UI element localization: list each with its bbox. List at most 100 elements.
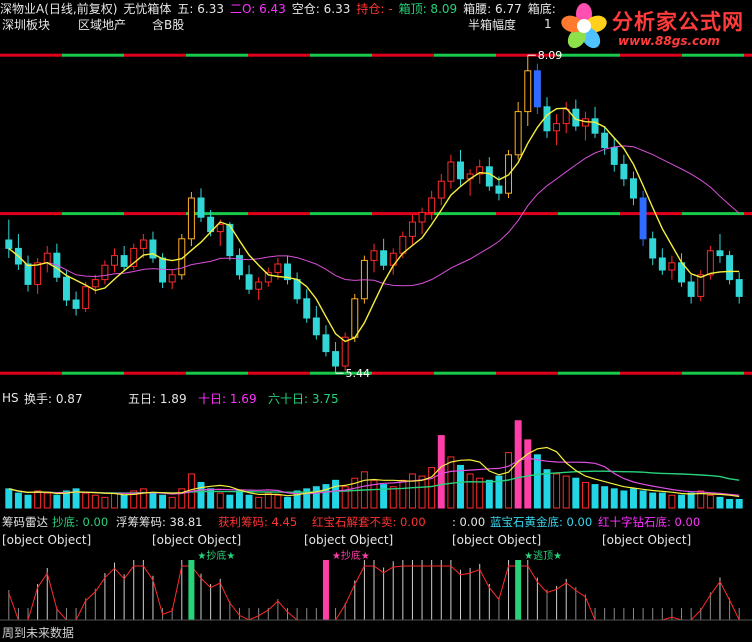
box-top-line [124,53,186,57]
header-item: 空仓: 6.33 [291,1,351,16]
lower-stat: 筹码雷达 [2,515,48,529]
candle-body [34,262,42,285]
candle-body [514,111,522,156]
price-chart[interactable]: 8.09 5.44 [0,32,752,388]
ma5-value: 五日: 1.89 [128,391,187,406]
box-waist-line [558,212,620,216]
volume-chart[interactable] [0,408,752,512]
annotation-label: 8.09 [538,49,563,62]
footer-label: 周到未来数据 [2,625,75,640]
tag-b-share[interactable]: 含B股 [152,16,184,33]
candle-body [82,286,90,309]
lower-stat: 抄底: 0.00 [52,515,109,529]
candle-body [111,255,118,266]
candle-body [620,163,628,180]
volume-bar [245,494,253,509]
candle-body [447,161,455,182]
candle-body [726,255,734,281]
candle-body [322,334,330,353]
header-item: 五: 6.33 [177,1,224,16]
candle-body [255,281,263,290]
box-top-line [744,53,752,57]
candle-body [687,281,695,297]
tag-region[interactable]: 区域地产 [78,16,126,33]
volume-bar [14,492,22,509]
volume-bar [101,496,109,509]
volume-bar [457,464,464,509]
volume-bar [678,494,686,509]
box-waist-line [124,212,186,216]
box-bottom-line [682,371,744,375]
box-top-line [310,53,372,57]
header-item: 箱顶: 8.09 [398,1,458,16]
volume-bar [601,486,609,509]
box-waist-line [682,212,744,216]
box-top-line [62,53,124,57]
candle-body [101,264,109,281]
candle-body [197,197,205,218]
lower-stat: 蓝宝石黄金底: 0.00 [490,515,593,529]
box-top-line [434,53,496,57]
box-waist-line [434,212,496,216]
candle-body [495,185,503,194]
candle-body [437,180,445,199]
signal-label: ★抄底★ [332,550,370,562]
half-box-label: 半箱幅度 [468,17,517,32]
candle-body [120,255,128,267]
volume-bar [53,494,61,509]
volume-bar [399,479,407,509]
volume-bar [476,477,484,509]
candle-body [485,166,493,187]
candle-body [303,298,311,319]
candle-body [418,211,426,223]
volume-bar [24,494,32,509]
volume-bar [284,496,291,509]
signal-label: ★抄底★ [197,550,235,562]
candle-body [370,250,378,261]
candle-body [639,197,647,240]
box-top-line [620,53,682,57]
box-waist-line [248,212,310,216]
candle-body [716,250,724,257]
ma60-value: 六十日: 3.75 [268,391,339,406]
header-item: 箱腰: 6.77 [463,1,522,16]
box-waist-line [0,212,62,216]
volume-bar [716,496,724,509]
box-top-line [248,53,310,57]
candle-body [293,279,301,300]
volume-bar [485,479,493,509]
annotation-label: 5.44 [346,367,371,380]
ma5-line [8,107,740,343]
candle-body [591,118,599,134]
volume-bar [322,484,330,509]
volume-bar [466,473,474,509]
volume-bar [658,492,666,509]
candle-body [533,70,541,108]
candle-body [735,279,743,297]
volume-bar [43,492,51,509]
candle-body [187,197,195,240]
volume-bar [91,494,99,509]
volume-bar [562,475,570,509]
box-waist-line [62,212,124,216]
tag-sector[interactable]: 深圳板块 [2,16,50,33]
ma10-value: 十日: 1.69 [198,391,257,406]
volume-bar [649,492,657,509]
volume-bar [533,454,541,509]
volume-bar [553,473,561,509]
candle-body [312,317,320,336]
volume-bar [120,494,128,509]
indicator-chart[interactable]: ★抄底★ ★抄底★ ★逃顶★ [0,550,752,624]
box-bottom-line [62,371,124,375]
box-waist-line [310,212,372,216]
volume-bar [726,498,734,509]
box-waist-line [744,212,752,216]
volume-bar [581,481,589,509]
volume-bar [332,479,340,509]
signal-column [322,560,329,620]
volume-bar [34,490,42,509]
candle-body [408,221,416,237]
volume-bar [5,488,13,509]
volume-bar [82,492,90,509]
volume-bar [437,435,445,509]
